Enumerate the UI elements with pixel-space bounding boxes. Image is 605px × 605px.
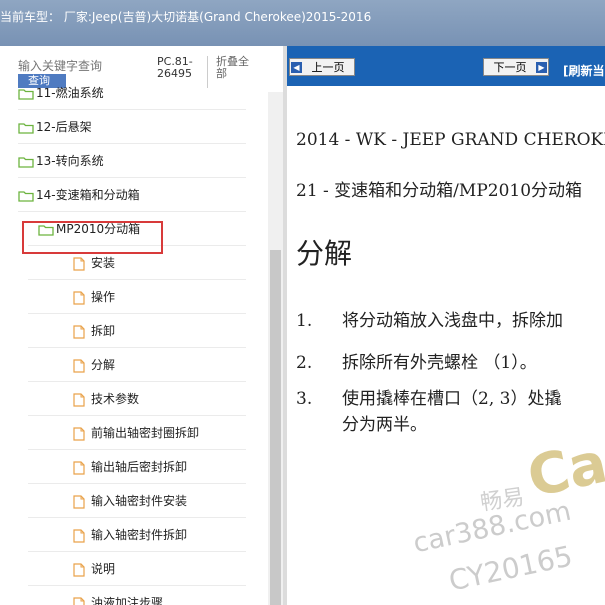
tree-item[interactable]: 14-变速箱和分动箱 [18, 184, 246, 206]
row-divider [28, 449, 246, 450]
row-divider [18, 109, 246, 110]
tree-item[interactable]: 安装 [73, 252, 246, 274]
tree-item-label: 输入轴密封件拆卸 [91, 528, 188, 542]
tree-scrollbar[interactable] [268, 92, 283, 605]
tree-item-label: 14-变速箱和分动箱 [36, 188, 140, 202]
folder-icon [18, 190, 34, 202]
tree-item[interactable]: 说明 [73, 558, 246, 580]
doc-nav-bar: ◀ 上一页 下一页 ▶ [刷新当 [287, 46, 605, 86]
step-3-continued: 分为两半。 [296, 410, 427, 435]
row-divider [18, 211, 246, 212]
document-icon [73, 494, 85, 509]
search-input[interactable] [18, 58, 153, 74]
tree-item-label: 前输出轴密封圈拆卸 [91, 426, 200, 440]
catalog-tree: 11-燃油系统 12-后悬架 13-转向系统 14-变速箱和分动箱 MP2010分动箱安… [0, 86, 268, 605]
document-icon [73, 528, 85, 543]
row-divider [28, 415, 246, 416]
tree-item[interactable]: 前输出轴密封圈拆卸 [73, 422, 246, 444]
row-divider [28, 517, 246, 518]
right-panel: ◀ 上一页 下一页 ▶ [刷新当 2014 - WK - JEEP GRAND … [287, 46, 605, 605]
row-divider [18, 143, 246, 144]
row-divider [28, 313, 246, 314]
tree-item[interactable]: 13-转向系统 [18, 150, 246, 172]
vehicle-line: 2014 - WK - JEEP GRAND CHEROKEE [296, 130, 605, 150]
step-number: 1. [296, 311, 313, 331]
step-text: 将分动箱放入浅盘中，拆除加 [342, 311, 563, 331]
tree-item[interactable]: 油液加注步骤 [73, 592, 246, 605]
tree-item[interactable]: 11-燃油系统 [18, 82, 246, 104]
document-body: 2014 - WK - JEEP GRAND CHEROKEE 21 - 变速箱… [287, 86, 605, 605]
current-vehicle-title: 当前车型： 厂家:Jeep(吉普)大切诺基(Grand Cherokee)201… [0, 10, 372, 24]
document-icon [73, 256, 85, 271]
document-icon [73, 324, 85, 339]
row-divider [28, 483, 246, 484]
step-2: 2. 拆除所有外壳螺栓 （1）。 [296, 348, 537, 373]
tree-item-label: 技术参数 [91, 392, 140, 406]
tree-item-label: 说明 [91, 562, 116, 576]
next-page-label: 下一页 [493, 61, 527, 74]
step-3: 3. 使用撬棒在槽口（2, 3）处撬 [296, 384, 561, 409]
tree-item-label: 输入轴密封件安装 [91, 494, 188, 508]
step-number: 3. [296, 389, 313, 409]
document-icon [73, 596, 85, 605]
row-divider [28, 585, 246, 586]
document-icon [73, 290, 85, 305]
document-icon [73, 460, 85, 475]
tree-item-label: 操作 [91, 290, 116, 304]
step-1: 1. 将分动箱放入浅盘中，拆除加 [296, 306, 563, 331]
highlight-box [22, 221, 163, 254]
row-divider [28, 551, 246, 552]
scrollbar-thumb[interactable] [270, 250, 281, 605]
tree-item-label: 12-后悬架 [36, 120, 92, 134]
row-divider [18, 177, 246, 178]
arrow-left-icon: ◀ [291, 62, 302, 73]
folder-icon [18, 122, 34, 134]
step-text: 使用撬棒在槽口（2, 3）处撬 [342, 389, 562, 409]
document-icon [73, 426, 85, 441]
tree-item[interactable]: 分解 [73, 354, 246, 376]
tree-item-label: 输出轴后密封拆卸 [91, 460, 188, 474]
tree-item-label: 11-燃油系统 [36, 86, 104, 100]
refresh-link[interactable]: [刷新当 [563, 62, 605, 79]
tree-item-label: 油液加注步骤 [91, 596, 164, 605]
document-icon [73, 358, 85, 373]
document-icon [73, 562, 85, 577]
folder-icon [18, 156, 34, 168]
arrow-right-icon: ▶ [536, 62, 547, 73]
step-text: 拆除所有外壳螺栓 （1）。 [342, 353, 537, 373]
document-icon [73, 392, 85, 407]
step-number: 2. [296, 353, 313, 373]
next-page-button[interactable]: 下一页 ▶ [483, 58, 549, 76]
tree-item[interactable]: 输入轴密封件拆卸 [73, 524, 246, 546]
row-divider [28, 279, 246, 280]
step-text: 分为两半。 [342, 415, 427, 435]
tree-item[interactable]: 12-后悬架 [18, 116, 246, 138]
tree-item[interactable]: 输出轴后密封拆卸 [73, 456, 246, 478]
pc-code: PC.81-26495 [157, 55, 193, 80]
tree-item-label: 13-转向系统 [36, 154, 104, 168]
title-bar: 当前车型： 厂家:Jeep(吉普)大切诺基(Grand Cherokee)201… [0, 0, 605, 46]
doc-heading: 分解 [296, 237, 353, 270]
tree-item[interactable]: 拆卸 [73, 320, 246, 342]
row-divider [28, 347, 246, 348]
tree-item-label: 拆卸 [91, 324, 116, 338]
left-panel: 查询 PC.81-26495 折叠全部 11-燃油系统12-后悬架13-转向系统… [0, 46, 283, 605]
collapse-all-link[interactable]: 折叠全部 [216, 56, 256, 80]
tree-item[interactable]: 操作 [73, 286, 246, 308]
tree-item-label: 安装 [91, 256, 116, 270]
section-line: 21 - 变速箱和分动箱/MP2010分动箱 [296, 181, 583, 201]
tree-item[interactable]: 输入轴密封件安装 [73, 490, 246, 512]
tree-item-label: 分解 [91, 358, 116, 372]
row-divider [28, 381, 246, 382]
tree-item[interactable]: 技术参数 [73, 388, 246, 410]
prev-page-button[interactable]: ◀ 上一页 [289, 58, 355, 76]
folder-icon [18, 88, 34, 100]
prev-page-label: 上一页 [311, 61, 345, 74]
